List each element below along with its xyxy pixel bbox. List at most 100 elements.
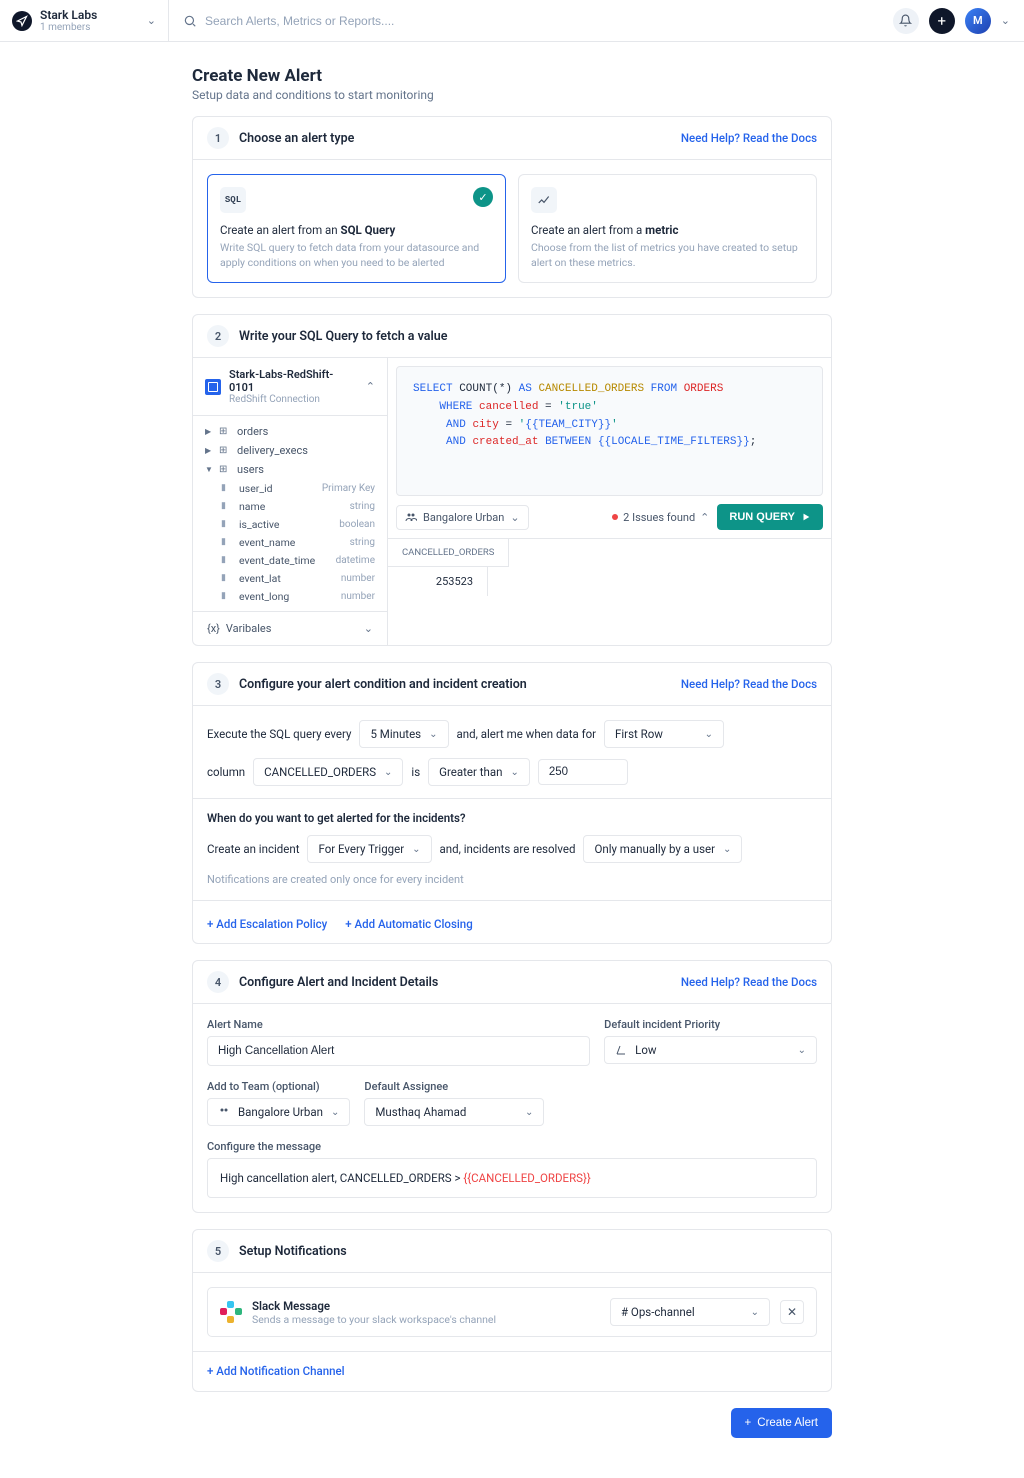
priority-select[interactable]: Low⌄ [604, 1036, 817, 1064]
top-bar: Stark Labs 1 members ⌄ + M ⌄ [0, 0, 1024, 42]
arrow-right-icon: ▶ [205, 427, 213, 436]
error-dot-icon [612, 514, 618, 520]
datasource-type: RedShift Connection [229, 394, 358, 405]
column-row[interactable]: ▮event_date_timedatetime [193, 551, 387, 569]
interval-select[interactable]: 5 Minutes⌄ [359, 720, 448, 748]
chevron-down-icon: ⌄ [364, 622, 373, 635]
trigger-select[interactable]: For Every Trigger⌄ [307, 835, 431, 863]
column-row[interactable]: ▮event_namestring [193, 533, 387, 551]
sql-editor[interactable]: SELECT COUNT(*) AS CANCELLED_ORDERS FROM… [396, 366, 823, 496]
close-icon: ✕ [787, 1305, 797, 1319]
play-icon [801, 512, 811, 522]
alert-name-label: Alert Name [207, 1018, 590, 1031]
add-escalation-link[interactable]: + Add Escalation Policy [207, 917, 327, 931]
help-link[interactable]: Need Help? Read the Docs [681, 131, 817, 145]
assignee-select[interactable]: Musthaq Ahamad⌄ [364, 1098, 544, 1126]
chevron-up-icon: ⌃ [366, 380, 375, 393]
table-icon: ⊞ [219, 426, 231, 437]
chevron-down-icon[interactable]: ⌄ [1001, 14, 1010, 27]
alert-type-desc: Choose from the list of metrics you have… [531, 241, 804, 270]
chevron-up-icon: ⌃ [700, 511, 709, 524]
search-input[interactable] [205, 14, 505, 28]
message-input[interactable]: High cancellation alert, CANCELLED_ORDER… [207, 1158, 817, 1198]
column-icon: ▮ [221, 573, 233, 583]
operator-select[interactable]: Greater than⌄ [428, 758, 530, 786]
priority-label: Default incident Priority [604, 1018, 817, 1031]
step-title: Choose an alert type [239, 131, 681, 146]
notifications-button[interactable] [893, 8, 919, 34]
bell-icon [899, 14, 912, 27]
table-icon: ⊞ [219, 445, 231, 456]
result-cell: 253523 [388, 567, 488, 596]
check-icon: ✓ [473, 187, 493, 207]
create-alert-button[interactable]: + Create Alert [731, 1408, 832, 1438]
column-row[interactable]: ▮user_idPrimary Key [193, 479, 387, 497]
help-link[interactable]: Need Help? Read the Docs [681, 975, 817, 989]
column-icon: ▮ [221, 483, 233, 493]
chevron-down-icon: ⌄ [510, 511, 519, 524]
step-number: 2 [207, 325, 229, 347]
alert-type-title: Create an alert from an SQL Query [220, 223, 493, 237]
resolution-select[interactable]: Only manually by a user⌄ [583, 835, 742, 863]
column-row[interactable]: ▮event_longnumber [193, 587, 387, 605]
workspace-members: 1 members [40, 22, 147, 33]
issues-indicator[interactable]: 2 Issues found ⌃ [612, 511, 709, 524]
column-icon: ▮ [221, 501, 233, 511]
column-icon: ▮ [221, 591, 233, 601]
variables-toggle[interactable]: {x} Varibales ⌄ [193, 611, 387, 645]
table-icon: ⊞ [219, 464, 231, 475]
datasource-name: Stark-Labs-RedShift-0101 [229, 368, 358, 394]
row-select[interactable]: First Row⌄ [604, 720, 724, 748]
threshold-input[interactable] [538, 759, 628, 785]
column-icon: ▮ [221, 555, 233, 565]
slack-icon [220, 1301, 242, 1323]
table-row[interactable]: ▼⊞users [193, 460, 387, 479]
incident-question: When do you want to get alerted for the … [207, 811, 817, 825]
workspace-switcher[interactable]: Stark Labs 1 members ⌄ [0, 0, 169, 42]
notification-channel-row: Slack Message Sends a message to your sl… [207, 1287, 817, 1337]
alert-type-metric[interactable]: Create an alert from a metric Choose fro… [518, 174, 817, 283]
workspace-logo-icon [12, 11, 32, 31]
workspace-name: Stark Labs [40, 8, 147, 22]
help-link[interactable]: Need Help? Read the Docs [681, 677, 817, 691]
team-select[interactable]: Bangalore Urban⌄ [207, 1098, 350, 1126]
column-row[interactable]: ▮namestring [193, 497, 387, 515]
global-search[interactable] [169, 14, 893, 28]
add-auto-closing-link[interactable]: + Add Automatic Closing [345, 917, 472, 931]
datasource-selector[interactable]: Stark-Labs-RedShift-0101 RedShift Connec… [193, 358, 387, 416]
page-subtitle: Setup data and conditions to start monit… [192, 88, 832, 102]
notification-subtitle: Sends a message to your slack workspace'… [252, 1313, 600, 1326]
table-row[interactable]: ▶⊞delivery_execs [193, 441, 387, 460]
sql-icon: SQL [220, 187, 246, 213]
user-avatar[interactable]: M [965, 8, 991, 34]
page-title: Create New Alert [192, 66, 832, 86]
search-icon [183, 14, 197, 28]
column-row[interactable]: ▮is_activeboolean [193, 515, 387, 533]
metric-icon [531, 187, 557, 213]
step-number: 5 [207, 1240, 229, 1262]
incident-note: Notifications are created only once for … [207, 873, 817, 886]
slack-channel-select[interactable]: # Ops-channel⌄ [610, 1298, 770, 1326]
alert-type-sql[interactable]: SQL ✓ Create an alert from an SQL Query … [207, 174, 506, 283]
braces-icon: {x} [207, 622, 220, 635]
remove-channel-button[interactable]: ✕ [780, 1300, 804, 1324]
column-row[interactable]: ▮event_latnumber [193, 569, 387, 587]
plus-icon: + [745, 1417, 752, 1429]
database-icon [205, 379, 221, 395]
add-button[interactable]: + [929, 8, 955, 34]
result-column-header: CANCELLED_ORDERS [388, 539, 509, 567]
notification-title: Slack Message [252, 1299, 600, 1313]
schema-tree: ▶⊞orders ▶⊞delivery_execs ▼⊞users ▮user_… [193, 416, 387, 611]
add-notification-channel-link[interactable]: + Add Notification Channel [207, 1364, 345, 1378]
alert-type-title: Create an alert from a metric [531, 223, 804, 237]
message-label: Configure the message [207, 1140, 817, 1153]
table-row[interactable]: ▶⊞orders [193, 422, 387, 441]
alert-name-input[interactable] [207, 1036, 590, 1066]
step-number: 4 [207, 971, 229, 993]
priority-low-icon [615, 1044, 627, 1056]
people-icon [218, 1106, 230, 1118]
plus-icon: + [938, 12, 947, 30]
run-query-button[interactable]: RUN QUERY [717, 504, 823, 530]
team-filter-chip[interactable]: Bangalore Urban ⌄ [396, 505, 529, 530]
column-select[interactable]: CANCELLED_ORDERS⌄ [253, 758, 403, 786]
